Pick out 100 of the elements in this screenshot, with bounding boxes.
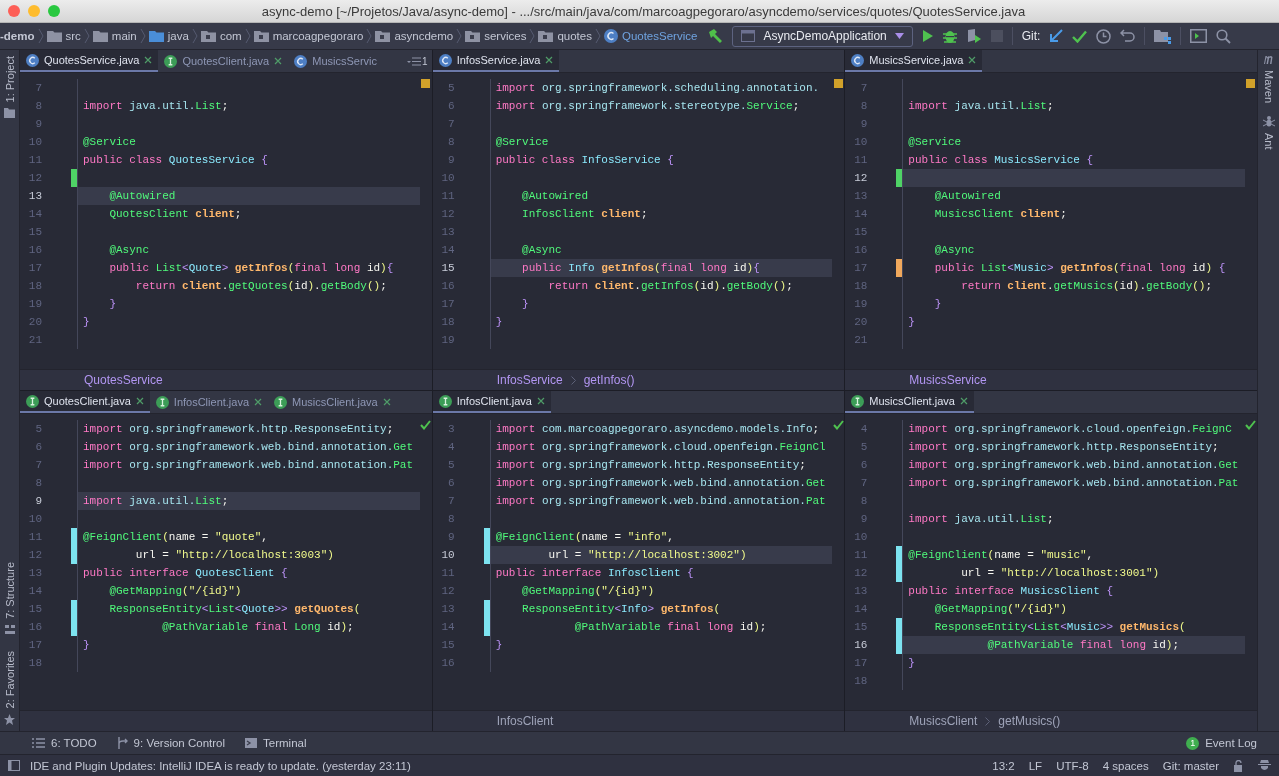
line-number: 5 (447, 81, 455, 96)
line-number: 19 (27, 297, 42, 312)
code-line: return client.getQuotes(id).getBody(); (134, 279, 388, 294)
path-item[interactable]: src (46, 30, 81, 42)
path-item[interactable]: QuotesService (603, 29, 698, 43)
tool-window-button[interactable]: 7: Structure (3, 561, 16, 635)
breadcrumb-item[interactable]: InfosClient (496, 714, 554, 728)
line-number: 16 (27, 243, 42, 258)
line-number: 17 (853, 656, 868, 671)
code-line: } (82, 315, 91, 330)
editor-tab[interactable]: InfosClient.java (432, 391, 551, 413)
code-line: @Service (82, 135, 137, 150)
tool-window-button[interactable]: 2: Favorites (3, 650, 16, 725)
breadcrumb-item[interactable]: getInfos() (583, 373, 635, 387)
path-item[interactable]: main (92, 30, 137, 42)
line-number: 21 (27, 333, 42, 348)
breadcrumb-item[interactable]: MusicsClient (909, 714, 978, 728)
code-line: public List<Quote> getInfos(final long id){ (108, 261, 395, 276)
line-number: 20 (27, 315, 42, 330)
line-number: 18 (853, 674, 868, 689)
line-number: 8 (859, 494, 868, 509)
line-number: 15 (853, 620, 868, 635)
code-line: import org.springframework.web.bind.annotation.Get (907, 458, 1240, 473)
line-number: 7 (447, 117, 455, 132)
line-number: 12 (27, 548, 42, 563)
breadcrumb-item[interactable]: getMusics() (998, 714, 1061, 728)
tab-overflow-menu[interactable]: 1 (403, 50, 432, 72)
editor-tab[interactable]: MusicsClient.java (268, 391, 397, 413)
status-item[interactable]: Git: master (1162, 759, 1219, 772)
line-number: 18 (853, 279, 868, 294)
line-number: 5 (859, 440, 868, 455)
line-number: 12 (440, 584, 455, 599)
line-number: 13 (27, 566, 42, 581)
tool-window-button[interactable]: Maven (1262, 54, 1275, 104)
code-line: ResponseEntity<List<Quote>> getQuotes( (108, 602, 362, 617)
code-line: @Service (494, 135, 550, 150)
line-number: 14 (853, 207, 868, 222)
tool-window-button[interactable]: Ant (1262, 115, 1275, 150)
path-item[interactable]: java (148, 30, 189, 42)
event-log-button[interactable]: 1 Event Log (1186, 736, 1257, 750)
breadcrumb-item[interactable]: MusicsService (909, 373, 987, 387)
line-number: 11 (853, 548, 868, 563)
path-item[interactable]: marcoagpegoraro (253, 30, 364, 42)
tool-window-button[interactable]: 1: Project (3, 56, 16, 119)
code-line: import java.util.List; (907, 99, 1055, 114)
line-number: 12 (27, 171, 42, 186)
tool-window-button[interactable]: 6: TODO (32, 737, 97, 749)
line-number: 10 (27, 135, 42, 150)
code-line: @Async (521, 243, 563, 258)
code-line: url = "http://localhost:3003") (134, 548, 335, 563)
status-item[interactable]: LF (1028, 759, 1043, 772)
path-item[interactable]: com (200, 30, 242, 42)
line-number: 9 (447, 153, 455, 168)
line-number: 17 (27, 638, 42, 653)
status-item[interactable]: 13:2 (992, 759, 1015, 772)
run-configuration-dropdown[interactable]: AsyncDemoApplication (732, 25, 913, 47)
code-line: url = "http://localhost:3001") (960, 566, 1161, 581)
code-line: @GetMapping("/{id}") (933, 602, 1068, 617)
editor-tab[interactable]: MusicsClient.java (845, 391, 974, 413)
tool-window-button[interactable]: 9: Version Control (116, 737, 225, 749)
breadcrumb-item[interactable]: InfosService (496, 373, 563, 387)
window-title: async-demo [~/Projetos/Java/async-demo] - .../src/main/java/com/marcoagpegoraro/asyncdemo/services/quotes/QuotesService.java (260, 3, 1027, 19)
line-number: 19 (440, 333, 455, 348)
line-number: 10 (440, 171, 455, 186)
line-number: 12 (440, 207, 455, 222)
editor-tab[interactable]: InfosClient.java (149, 391, 269, 413)
line-number: 13 (440, 225, 455, 240)
code-line: InfosClient client; (521, 207, 649, 222)
breadcrumb-item[interactable]: QuotesService (84, 373, 163, 387)
line-number: 4 (859, 422, 868, 437)
editor-tab[interactable]: QuotesService.java (20, 50, 159, 72)
code-line: import org.springframework.web.bind.annotation.Pat (82, 458, 415, 473)
line-number: 3 (447, 422, 455, 437)
tool-window-button[interactable]: Terminal (245, 737, 307, 749)
path-item[interactable]: -demo (0, 30, 35, 42)
path-item[interactable]: asyncdemo (375, 30, 454, 42)
code-line: } (933, 297, 943, 312)
status-item[interactable]: 4 spaces (1102, 759, 1149, 772)
line-number: 7 (447, 494, 455, 509)
line-number: 16 (853, 243, 868, 258)
line-number: 16 (27, 620, 42, 635)
code-line: import org.springframework.web.bind.annotation.Get (82, 440, 415, 455)
status-item[interactable]: UTF-8 (1056, 759, 1089, 772)
editor-tab[interactable]: MusicsService.java (845, 50, 983, 72)
line-number: 10 (853, 530, 868, 545)
line-number: 17 (27, 261, 42, 276)
status-message[interactable]: IDE and Plugin Updates: IntelliJ IDEA is ready to update. (yesterday 23:11) (30, 759, 411, 772)
code-line: } (82, 638, 91, 653)
code-line: } (907, 656, 916, 671)
line-number: 11 (27, 530, 42, 545)
editor-tab[interactable]: InfosService.java (432, 50, 560, 72)
line-number: 16 (440, 656, 455, 671)
path-item[interactable]: quotes (538, 30, 592, 42)
line-number: 10 (27, 512, 42, 527)
line-number: 13 (853, 189, 868, 204)
editor-tab[interactable]: MusicsServic (288, 50, 383, 72)
code-line: @Service (907, 135, 963, 150)
path-item[interactable]: services (465, 30, 527, 42)
editor-tab[interactable]: QuotesClient.java (20, 391, 150, 413)
editor-tab[interactable]: QuotesClient.java (158, 50, 289, 72)
